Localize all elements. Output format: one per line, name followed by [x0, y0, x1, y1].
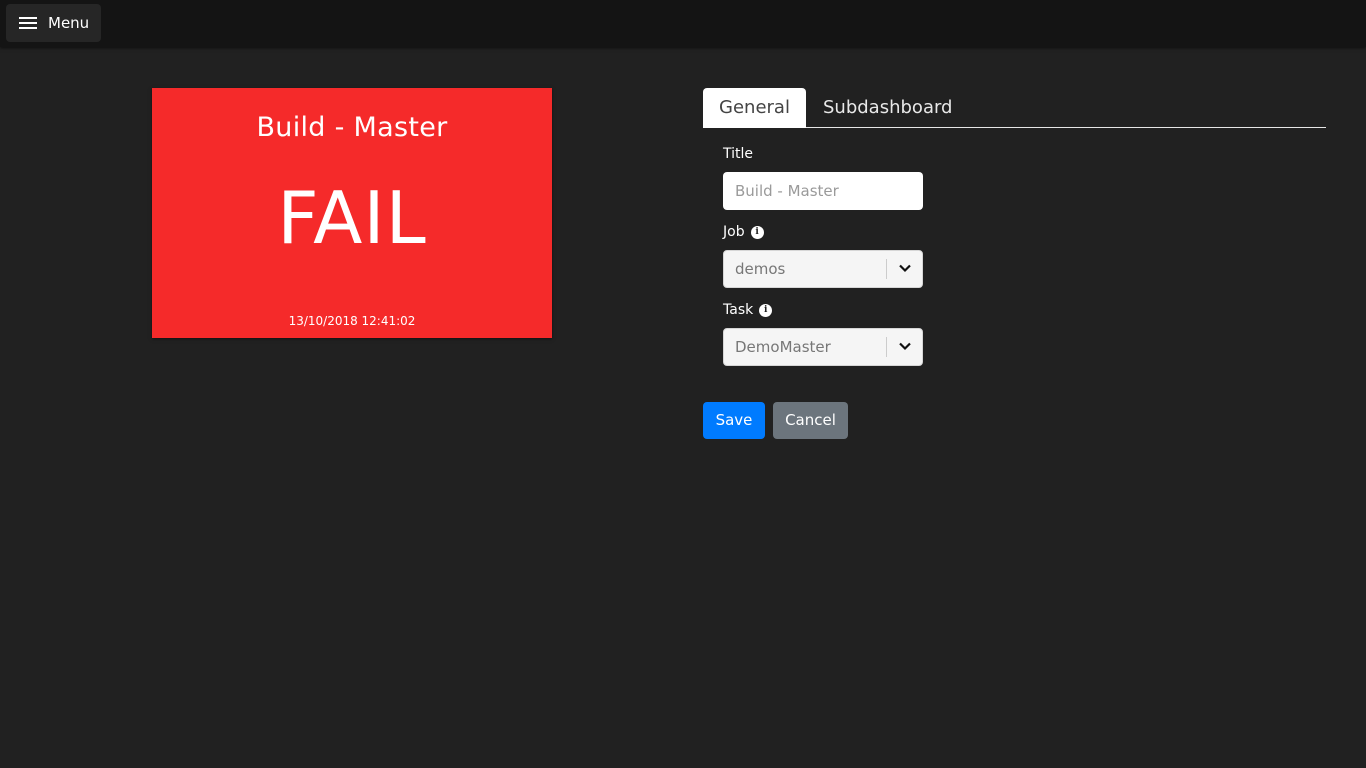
info-icon[interactable]: i: [759, 303, 773, 317]
job-label-text: Job: [723, 224, 745, 240]
save-button[interactable]: Save: [703, 402, 765, 439]
menu-button[interactable]: Menu: [6, 4, 101, 42]
chevron-down-icon[interactable]: [898, 339, 912, 353]
select-separator: [886, 259, 887, 279]
tab-bar: General Subdashboard: [703, 88, 1326, 128]
tile-timestamp: 13/10/2018 12:41:02: [288, 314, 416, 328]
top-bar: Menu: [0, 0, 1366, 47]
tile-status: FAIL: [277, 176, 427, 260]
title-input[interactable]: [723, 172, 923, 210]
title-label-text: Title: [723, 146, 754, 162]
hamburger-icon: [19, 16, 37, 30]
tab-general[interactable]: General: [703, 88, 806, 128]
menu-label: Menu: [48, 14, 90, 32]
task-select-value: DemoMaster: [735, 338, 831, 356]
job-field-label: Job i: [723, 224, 764, 240]
task-field-label: Task i: [723, 302, 773, 318]
chevron-down-icon[interactable]: [898, 261, 912, 275]
job-select[interactable]: demos: [723, 250, 923, 288]
cancel-button[interactable]: Cancel: [773, 402, 848, 439]
select-separator: [886, 337, 887, 357]
job-select-value: demos: [735, 260, 786, 278]
tab-subdashboard[interactable]: Subdashboard: [823, 88, 952, 127]
status-tile-preview: Build - Master FAIL 13/10/2018 12:41:02: [152, 88, 552, 338]
title-field-label: Title: [723, 146, 753, 162]
task-select[interactable]: DemoMaster: [723, 328, 923, 366]
task-label-text: Task: [723, 302, 754, 318]
info-icon[interactable]: i: [750, 225, 764, 239]
tile-title: Build - Master: [256, 112, 448, 143]
